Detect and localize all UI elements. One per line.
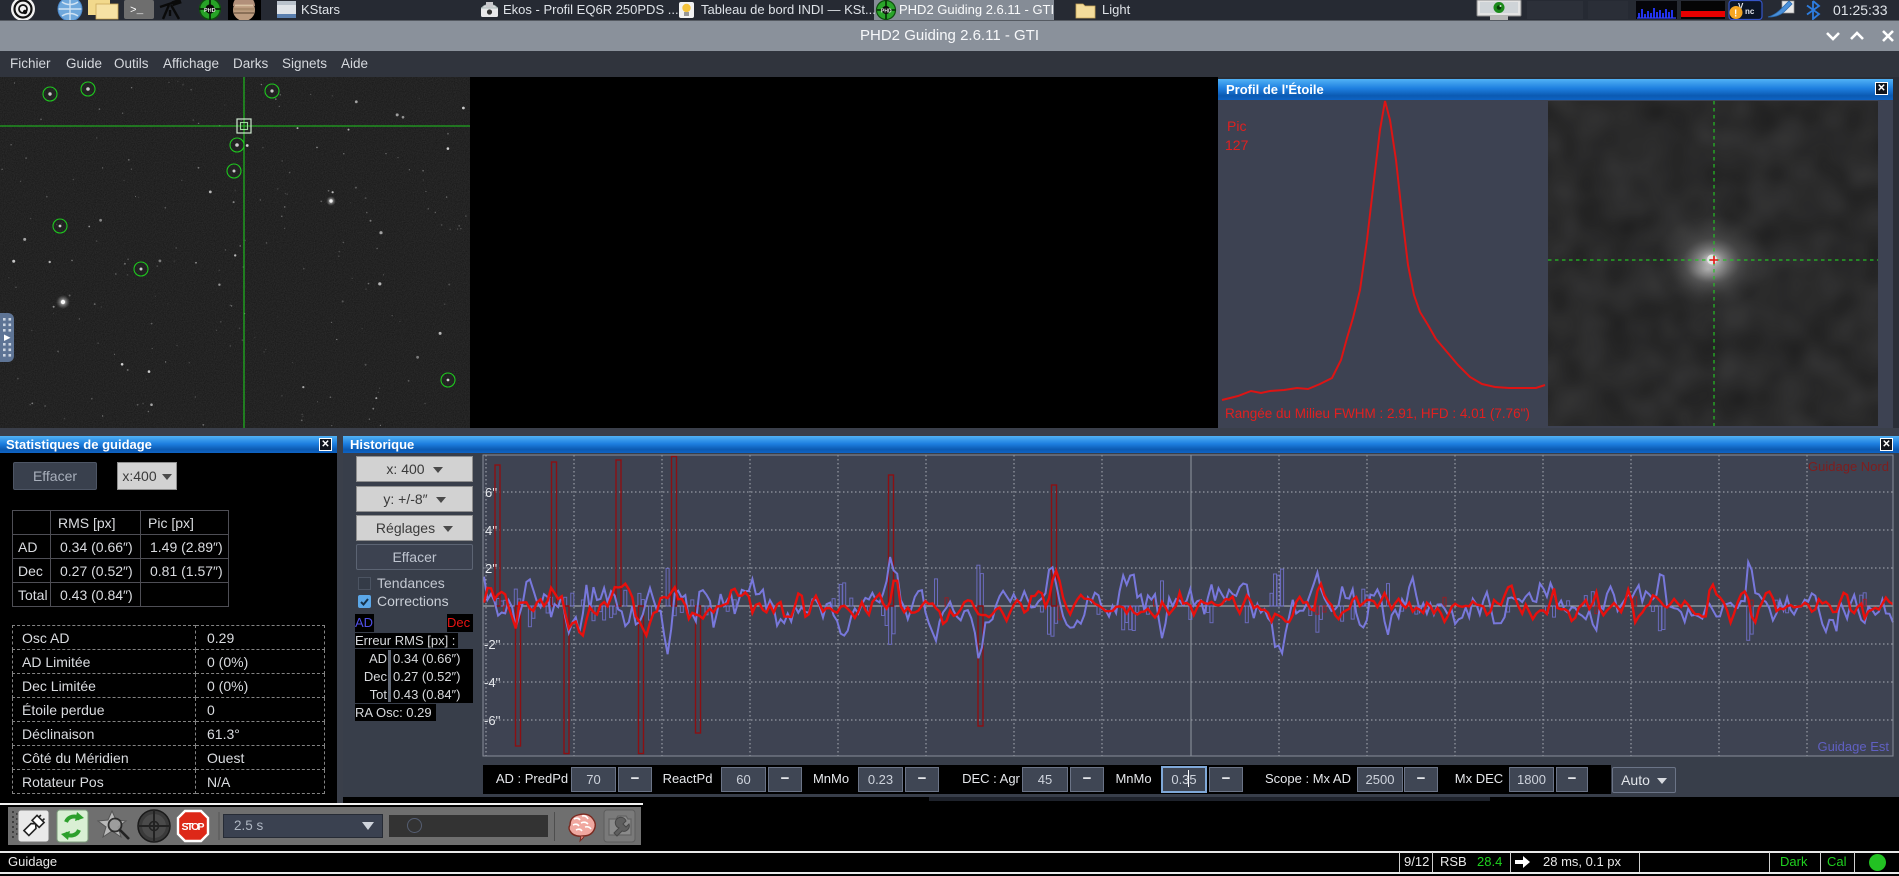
- svg-text:PHD: PHD: [204, 8, 216, 14]
- svg-text:nc: nc: [1745, 7, 1755, 16]
- svg-text:Rangée du Milieu FWHM : 2.91,: Rangée du Milieu FWHM : 2.91, HFD : 4.01…: [1225, 406, 1530, 421]
- svg-text:!: !: [1734, 9, 1737, 20]
- svg-text:STOP: STOP: [182, 821, 205, 833]
- svg-text:127: 127: [1225, 137, 1249, 153]
- svg-text:PHD: PHD: [881, 9, 892, 15]
- svg-text:Pic: Pic: [1227, 118, 1246, 134]
- svg-text:>_: >_: [130, 5, 144, 17]
